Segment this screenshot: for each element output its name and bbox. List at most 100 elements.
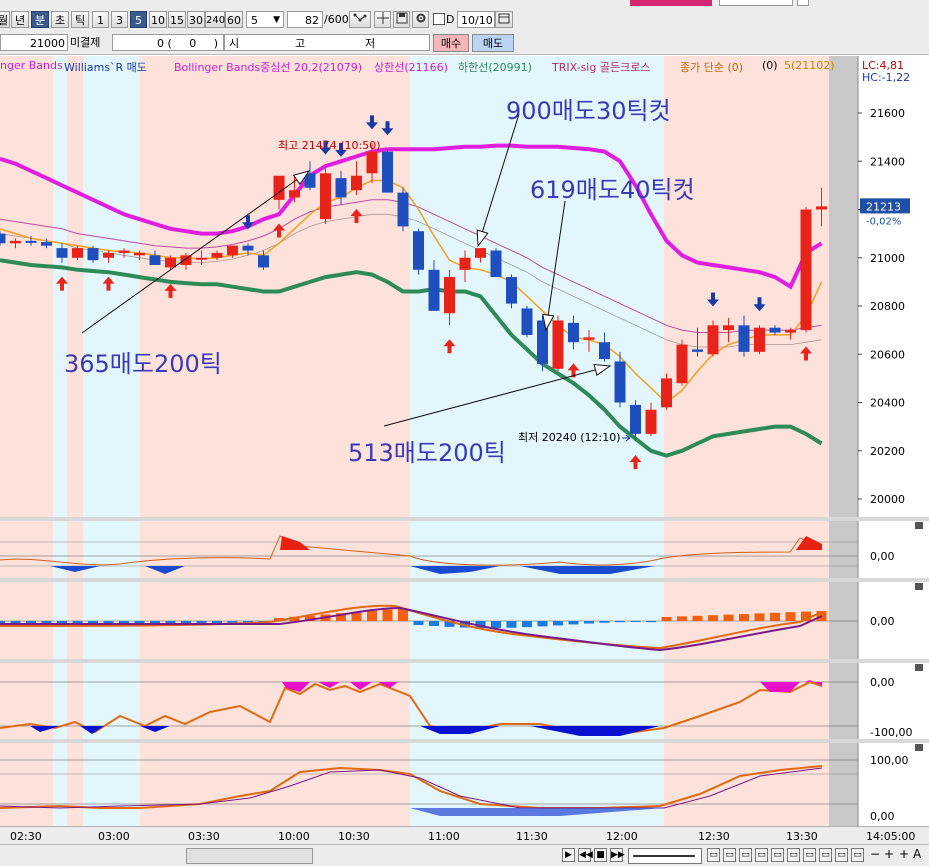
macd-histogram-bar (708, 615, 718, 621)
legend-item[interactable]: Bollinger Bands중심선 20,2(21079) (174, 59, 362, 75)
macd-histogram-bar (677, 616, 687, 621)
period-tick-button[interactable]: 틱 (71, 11, 89, 28)
interval-select[interactable]: 5 ▼ (246, 11, 284, 28)
top-small-button[interactable] (797, 0, 809, 6)
legend-item[interactable]: nger Bands (0, 59, 63, 72)
right-margin (829, 56, 859, 826)
interval-3-button[interactable]: 3 (111, 11, 128, 28)
legend-item[interactable]: 5(21102) (784, 59, 835, 72)
view-icon-6[interactable]: ▭ (787, 848, 800, 862)
view-icon-8[interactable]: ▭ (819, 848, 832, 862)
sell-button[interactable]: 매도 (472, 34, 514, 52)
annotation-619-sell-40tick-cut: 619매도40틱컷 (530, 176, 695, 204)
x-tick-label: 10:30 (338, 830, 370, 843)
zoom-slider[interactable] (628, 848, 702, 864)
macd-histogram-bar (429, 621, 439, 626)
candle-body (816, 206, 827, 210)
candle-body (692, 349, 703, 352)
view-icon-5[interactable]: ▭ (771, 848, 784, 862)
account-banner (630, 0, 712, 6)
candle-body (382, 151, 393, 193)
view-icon-10[interactable]: ▭ (851, 848, 864, 862)
panel-separator (0, 517, 929, 521)
macd-histogram-bar (537, 621, 548, 627)
macd-histogram-bar (553, 621, 563, 626)
save-icon[interactable] (393, 11, 410, 28)
macd-histogram-bar (382, 609, 393, 621)
sub-axis-label: 100,00 (870, 754, 909, 767)
view-icon-2[interactable]: ▭ (723, 848, 736, 862)
legend-item[interactable]: 상한선(21166) (374, 59, 448, 75)
chart-area[interactable]: 2000020200204002060020800210002120021400… (0, 56, 929, 826)
view-icon-1[interactable]: ▭ (707, 848, 720, 862)
price-field[interactable]: 21000 (0, 34, 68, 51)
scroll-thumb[interactable] (186, 848, 313, 864)
interval-select-value: 5 (251, 14, 258, 27)
interval-10-button[interactable]: 10 (149, 11, 167, 28)
legend-item[interactable]: Williams`R 매도 (64, 59, 147, 75)
legend-item[interactable]: 종가 단순 (0) (680, 59, 743, 75)
annotation-900-sell-30tick-cut: 900매도30틱컷 (506, 97, 671, 125)
macd-histogram-bar (103, 621, 114, 623)
buy-button[interactable]: 매수 (433, 34, 469, 52)
x-tick-label: 12:00 (606, 830, 638, 843)
candle-body (490, 250, 502, 278)
candle-body (0, 233, 6, 244)
x-tick-label: 12:30 (698, 830, 730, 843)
ohl-field: 시 고 저 (224, 34, 430, 51)
candle-body (707, 325, 719, 355)
settings-gear-icon[interactable] (412, 11, 429, 28)
interval-60-button[interactable]: 60 (225, 11, 243, 28)
candle-body (242, 245, 254, 251)
period-minute-button[interactable]: 분 (31, 11, 49, 28)
date-checkbox[interactable] (433, 13, 445, 25)
calendar-icon[interactable] (495, 11, 513, 28)
x-tick-label: 11:30 (516, 830, 548, 843)
legend-item[interactable]: 하한선(20991) (458, 59, 532, 75)
zoom-in-icon[interactable]: + (884, 847, 894, 861)
zoom-out-icon[interactable]: − (870, 847, 880, 861)
unfilled-label: 미결제 (70, 36, 101, 49)
legend-item[interactable]: TRIX-sig 골든크로스 (552, 59, 650, 75)
session-band (83, 56, 140, 826)
candle-body (723, 325, 734, 331)
macd-histogram-bar (41, 621, 52, 623)
period-second-button[interactable]: 초 (51, 11, 69, 28)
period-month-button[interactable]: 월 (0, 11, 10, 28)
candle-body (180, 255, 192, 265)
count-input[interactable]: 82 (287, 11, 323, 28)
view-icon-4[interactable]: ▭ (755, 848, 768, 862)
auto-scale-icon[interactable]: A (913, 847, 921, 861)
rewind-icon[interactable]: ◀◀ (578, 848, 593, 862)
candle-body (56, 248, 68, 258)
macd-histogram-bar (150, 621, 160, 623)
play-icon[interactable]: ▶ (562, 848, 575, 862)
candle-body (568, 322, 579, 343)
stop-icon[interactable]: ■ (594, 848, 607, 862)
interval-5-button[interactable]: 5 (130, 11, 147, 28)
view-icon-9[interactable]: ▭ (835, 848, 848, 862)
interval-30-button[interactable]: 30 (187, 11, 205, 28)
macd-histogram-bar (0, 621, 5, 623)
view-icon-7[interactable]: ▭ (803, 848, 816, 862)
legend-item[interactable]: (0) (762, 59, 778, 72)
chart-type-icon[interactable] (349, 11, 371, 28)
macd-histogram-bar (367, 610, 377, 621)
interval-240-button[interactable]: 240 (205, 11, 225, 28)
top-input-box[interactable] (719, 0, 793, 6)
y-tick-label: 21400 (870, 155, 905, 168)
interval-15-button[interactable]: 15 (168, 11, 186, 28)
interval-1-button[interactable]: 1 (92, 11, 109, 28)
session-band (67, 56, 83, 826)
x-tick-label: 03:30 (188, 830, 220, 843)
zoom-in-large-icon[interactable]: + (899, 847, 909, 861)
session-band (53, 56, 67, 826)
panel-separator (0, 578, 929, 582)
period-year-button[interactable]: 년 (11, 11, 29, 28)
view-icon-3[interactable]: ▭ (739, 848, 752, 862)
date-input[interactable]: 10/10 (457, 11, 495, 28)
crosshair-icon[interactable] (374, 11, 391, 28)
high-label: 고 (295, 37, 306, 50)
fast-forward-icon[interactable]: ▶▶ (610, 848, 625, 862)
x-tick-label: 14:05:00 (866, 830, 916, 843)
